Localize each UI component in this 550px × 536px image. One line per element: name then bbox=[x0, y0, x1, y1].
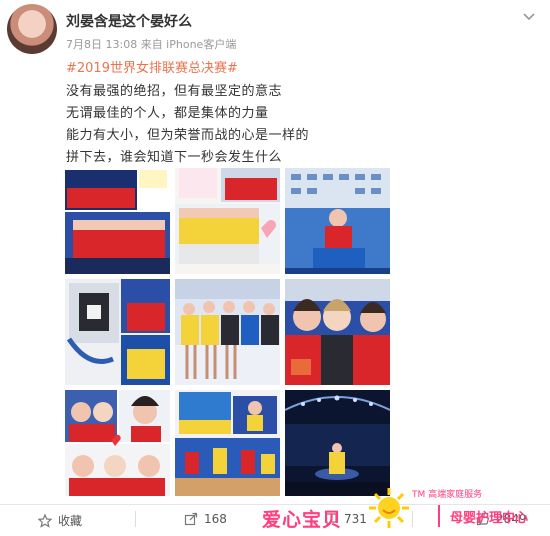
favorite-label: 收藏 bbox=[58, 514, 83, 528]
post-username[interactable]: 刘晏含是这个晏好么 bbox=[66, 11, 192, 31]
chevron-down-icon[interactable] bbox=[522, 12, 536, 22]
photo-grid bbox=[65, 168, 391, 496]
post-hashtag[interactable]: #2019世界女排联赛总决赛# bbox=[66, 57, 238, 76]
post-meta: 7月8日 13:08 来自 iPhone客户端 bbox=[66, 38, 237, 51]
share-icon bbox=[184, 512, 198, 526]
star-icon bbox=[38, 513, 52, 528]
post-line-4: 拼下去，谁会知道下一秒会发生什么 bbox=[66, 150, 283, 165]
photo-yellow-team[interactable] bbox=[175, 168, 280, 274]
photo-match-action[interactable] bbox=[175, 390, 280, 496]
avatar[interactable] bbox=[7, 4, 57, 54]
favorite-button[interactable]: 收藏 bbox=[38, 512, 82, 529]
action-separator bbox=[412, 511, 413, 527]
photo-team-celebration[interactable] bbox=[65, 168, 170, 274]
post-line-2: 无谓最佳的个人，都是集体的力量 bbox=[66, 106, 269, 121]
watermark-tagline: TM 高端家庭服务 bbox=[412, 490, 483, 500]
share-button[interactable]: 168 bbox=[184, 512, 227, 526]
share-count: 168 bbox=[204, 512, 227, 526]
photo-medal-players[interactable] bbox=[175, 279, 280, 385]
photo-press-conference[interactable] bbox=[285, 168, 390, 274]
watermark-brand: 爱心宝贝 bbox=[262, 509, 343, 531]
watermark-divider bbox=[438, 505, 440, 527]
photo-collage-faces[interactable] bbox=[65, 390, 170, 496]
comment-count: 731 bbox=[344, 512, 367, 526]
sun-logo-icon bbox=[369, 488, 409, 528]
post-line-3: 能力有大小，但为荣誉而战的心是一样的 bbox=[66, 128, 310, 143]
photo-award[interactable] bbox=[65, 279, 170, 385]
photo-two-players[interactable] bbox=[285, 279, 390, 385]
photo-stage-celebration[interactable] bbox=[285, 390, 390, 496]
watermark-subtitle: 母婴护理中心 bbox=[450, 511, 529, 526]
action-separator bbox=[135, 511, 136, 527]
post-line-1: 没有最强的绝招，但有最坚定的意志 bbox=[66, 84, 283, 99]
